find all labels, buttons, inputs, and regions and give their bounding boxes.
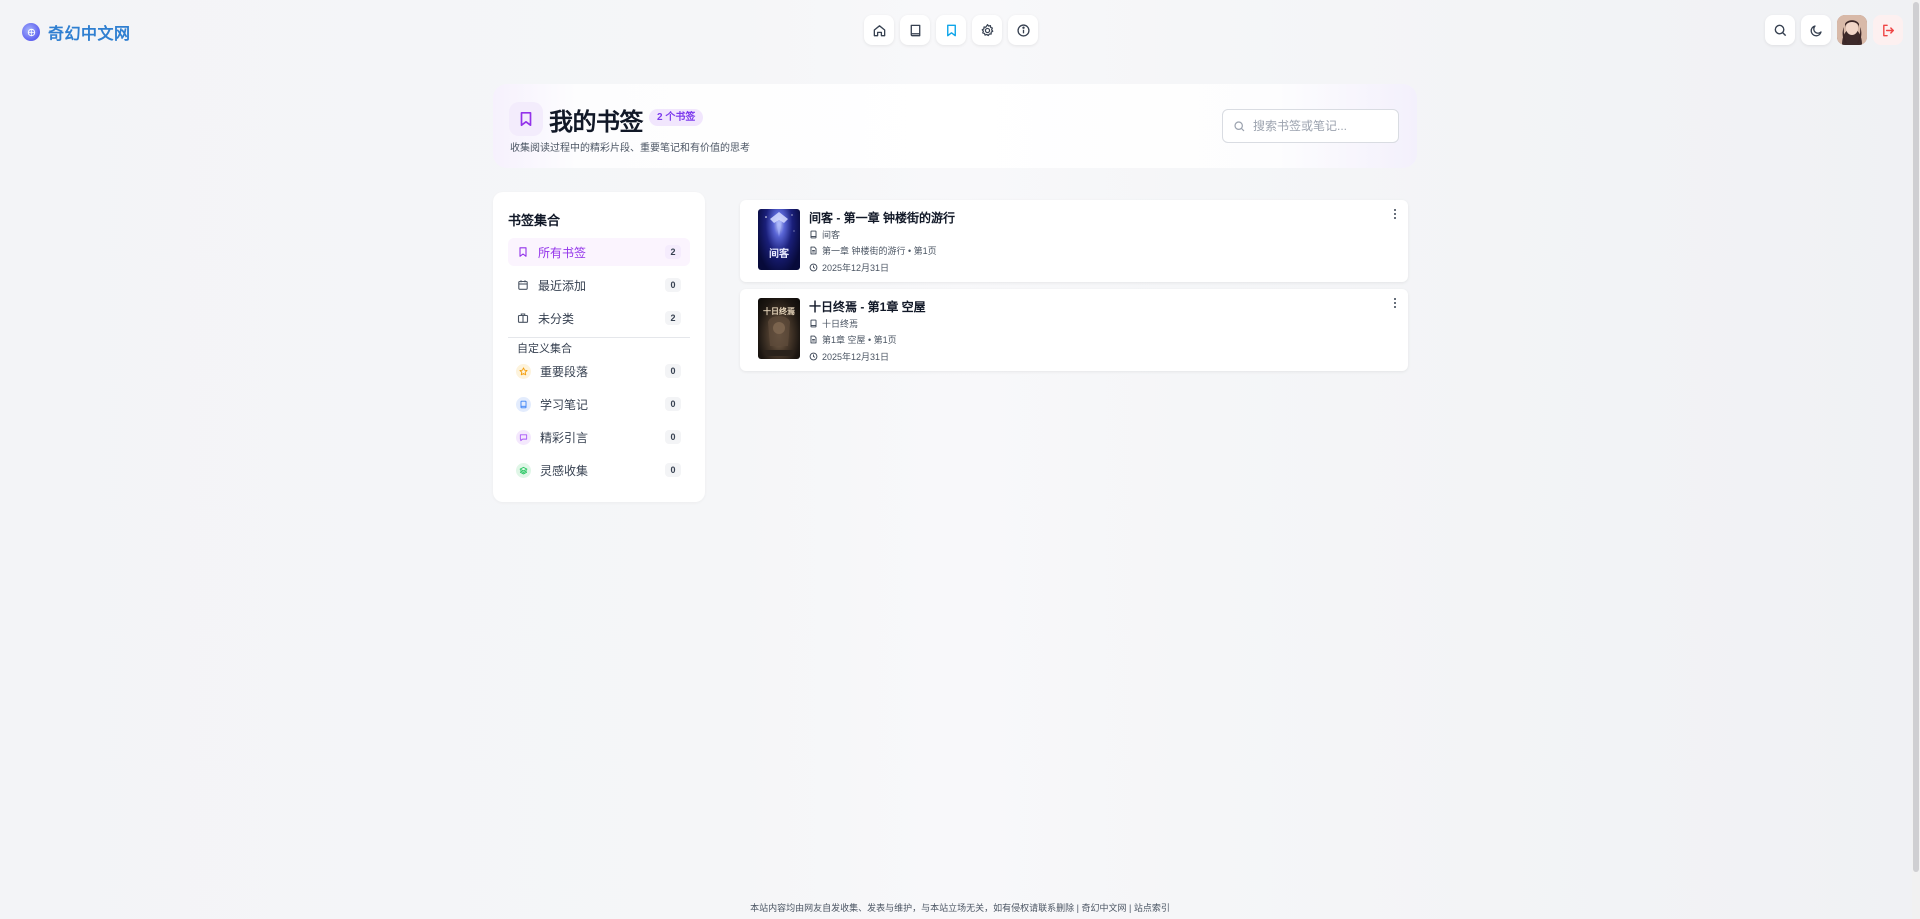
sidebar-item-count: 0 xyxy=(665,463,681,477)
header-search-button[interactable] xyxy=(1765,15,1795,45)
sidebar-item-count: 2 xyxy=(665,245,681,259)
sidebar-item-label: 最近添加 xyxy=(538,278,587,293)
more-options-button[interactable] xyxy=(1390,297,1400,309)
header-tools xyxy=(1765,15,1903,45)
moon-icon xyxy=(1810,24,1822,36)
avatar-portrait xyxy=(1837,15,1867,45)
bookmark-book-name: 间客 xyxy=(822,230,841,240)
book-icon xyxy=(810,319,817,328)
notebook-icon xyxy=(516,396,531,412)
star-icon xyxy=(516,363,531,379)
more-vertical-icon xyxy=(1394,298,1396,308)
bookmark-book: 间客 xyxy=(809,228,840,241)
theme-toggle-button[interactable] xyxy=(1801,15,1831,45)
sidebar-item-quotes[interactable]: 精彩引言 0 xyxy=(508,423,690,451)
nav-bookmarks-button[interactable] xyxy=(936,15,966,45)
bookmark-search[interactable] xyxy=(1222,109,1399,143)
sidebar-item-important-passages[interactable]: 重要段落 0 xyxy=(508,357,690,385)
user-avatar[interactable] xyxy=(1837,15,1867,45)
sidebar-item-count: 2 xyxy=(665,311,681,325)
bookmark-date-text: 2025年12月31日 xyxy=(822,352,890,362)
brand-name: 奇幻中文网 xyxy=(48,26,131,43)
nav-about-button[interactable] xyxy=(1008,15,1038,45)
sidebar-item-label: 未分类 xyxy=(538,311,575,326)
book-cover: 间客 xyxy=(758,209,800,270)
custom-collections-title: 自定义集合 xyxy=(517,343,572,355)
book-cover: 十日终焉 xyxy=(758,298,800,359)
logout-button[interactable] xyxy=(1873,15,1903,45)
bookmark-chapter-text: 第1章 空屋 • 第1页 xyxy=(822,335,897,345)
sidebar-item-count: 0 xyxy=(665,364,681,378)
sidebar-item-label: 所有书签 xyxy=(538,245,587,260)
page-scrollbar[interactable] xyxy=(1912,0,1920,919)
logout-icon xyxy=(1882,24,1894,36)
page-title: 我的书签 xyxy=(549,109,644,136)
sidebar-item-count: 0 xyxy=(665,278,681,292)
sidebar-item-recent[interactable]: 最近添加 0 xyxy=(508,271,690,299)
bookmark-icon xyxy=(946,24,956,36)
bookmark-book: 十日终焉 xyxy=(809,317,858,330)
search-icon xyxy=(1774,24,1786,36)
nav-library-button[interactable] xyxy=(900,15,930,45)
folder-icon xyxy=(517,312,529,324)
top-navbar: 奇幻中文网 xyxy=(0,0,1920,60)
sidebar-item-count: 0 xyxy=(665,397,681,411)
bookmark-date-text: 2025年12月31日 xyxy=(822,263,890,273)
info-icon xyxy=(1016,23,1030,37)
globe-icon xyxy=(22,23,40,41)
bookmark-chapter: 第1章 空屋 • 第1页 xyxy=(809,333,897,346)
book-icon xyxy=(810,230,817,239)
main-nav xyxy=(864,15,1038,45)
bookmark-chapter: 第一章 钟楼街的游行 • 第1页 xyxy=(809,244,937,257)
collections-sidebar: 书签集合 所有书签 2 最近添加 0 未分类 2 自定义集合 重要段落 0 学习… xyxy=(493,192,705,502)
sidebar-title: 书签集合 xyxy=(508,213,561,228)
sidebar-item-label: 学习笔记 xyxy=(540,397,589,412)
cover-title: 十日终焉 xyxy=(763,306,795,316)
clock-icon xyxy=(809,352,818,361)
bookmark-chapter-text: 第一章 钟楼街的游行 • 第1页 xyxy=(822,246,937,256)
quote-icon xyxy=(516,429,531,445)
nav-settings-button[interactable] xyxy=(972,15,1002,45)
bookmark-card[interactable]: 十日终焉 十日终焉 - 第1章 空屋 十日终焉 第1章 空屋 • 第1页 202… xyxy=(740,289,1408,371)
sidebar-item-label: 灵感收集 xyxy=(540,463,589,478)
page-header: 我的书签 2 个书签 收集阅读过程中的精彩片段、重要笔记和有价值的思考 xyxy=(493,84,1417,168)
sidebar-item-label: 重要段落 xyxy=(540,364,589,379)
more-vertical-icon xyxy=(1394,209,1396,219)
site-footer: 本站内容均由网友自发收集、发表与维护，与本站立场无关，如有侵权请联系删除 | 奇… xyxy=(750,903,1170,913)
bookmark-title[interactable]: 间客 - 第一章 钟楼街的游行 xyxy=(809,209,955,226)
sidebar-item-uncategorized[interactable]: 未分类 2 xyxy=(508,304,690,332)
page-subtitle: 收集阅读过程中的精彩片段、重要笔记和有价值的思考 xyxy=(510,143,750,154)
clock-icon xyxy=(809,263,818,272)
page-header-icon xyxy=(509,102,543,136)
document-icon xyxy=(810,246,817,255)
bookmark-count-badge: 2 个书签 xyxy=(649,109,704,126)
bookmark-icon xyxy=(517,246,529,258)
search-icon xyxy=(1234,120,1245,131)
sidebar-item-inspiration[interactable]: 灵感收集 0 xyxy=(508,456,690,484)
bookmark-date: 2025年12月31日 xyxy=(809,350,889,363)
scrollbar-thumb[interactable] xyxy=(1913,2,1919,872)
layers-icon xyxy=(516,462,531,478)
calendar-icon xyxy=(517,279,529,291)
brand[interactable]: 奇幻中文网 xyxy=(22,20,131,44)
sidebar-item-study-notes[interactable]: 学习笔记 0 xyxy=(508,390,690,418)
sidebar-item-all-bookmarks[interactable]: 所有书签 2 xyxy=(508,238,690,266)
bookmark-date: 2025年12月31日 xyxy=(809,261,889,274)
gear-icon xyxy=(981,23,993,36)
bookmark-title[interactable]: 十日终焉 - 第1章 空屋 xyxy=(809,298,926,315)
sidebar-item-label: 精彩引言 xyxy=(540,430,589,445)
bookmark-search-input[interactable] xyxy=(1253,119,1388,133)
document-icon xyxy=(810,335,817,344)
home-icon xyxy=(873,24,885,36)
book-icon xyxy=(910,24,920,36)
sidebar-divider xyxy=(508,337,690,338)
nav-home-button[interactable] xyxy=(864,15,894,45)
sidebar-item-count: 0 xyxy=(665,430,681,444)
bookmark-icon xyxy=(520,111,532,127)
cover-title: 间客 xyxy=(769,249,789,260)
bookmark-card[interactable]: 间客 间客 - 第一章 钟楼街的游行 间客 第一章 钟楼街的游行 • 第1页 2… xyxy=(740,200,1408,282)
cover-art xyxy=(765,212,795,237)
bookmark-book-name: 十日终焉 xyxy=(822,319,859,329)
more-options-button[interactable] xyxy=(1390,208,1400,220)
